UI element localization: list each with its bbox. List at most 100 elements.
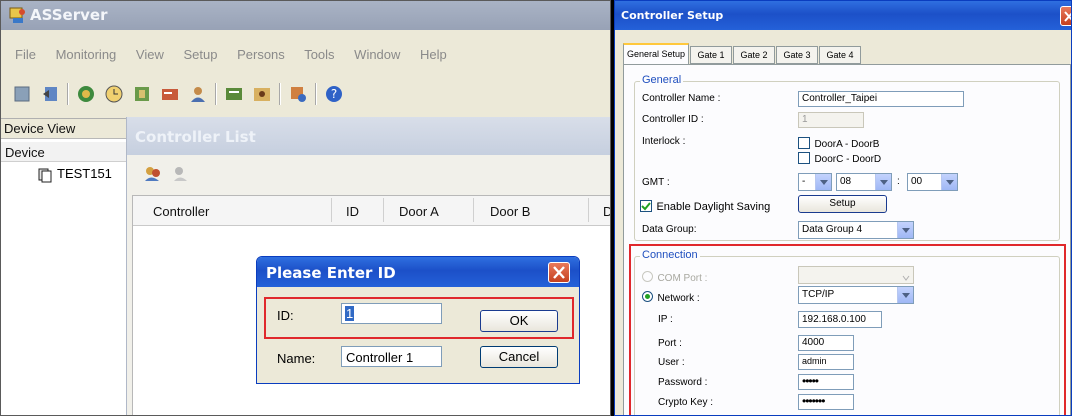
- controller-id-input: 1: [798, 112, 864, 128]
- com-port-label: COM Port :: [657, 273, 708, 284]
- menu-help[interactable]: Help: [420, 47, 447, 62]
- setup-close-icon[interactable]: [1060, 6, 1071, 26]
- menu-window[interactable]: Window: [354, 47, 400, 62]
- col-door-b[interactable]: Door B: [490, 204, 530, 219]
- col-separator: [588, 198, 589, 222]
- interlock-cd-checkbox[interactable]: DoorC - DoorD: [798, 149, 881, 165]
- list-toolbar: [143, 163, 191, 183]
- asserver-title: ASServer: [30, 6, 108, 24]
- toolbar: ?: [11, 81, 345, 107]
- user-input[interactable]: admin: [798, 354, 854, 370]
- controller-setup-window: Controller Setup General Setup Gate 1 Ga…: [614, 0, 1072, 416]
- clock-icon[interactable]: [103, 83, 125, 105]
- network-select[interactable]: TCP/IP: [798, 286, 914, 304]
- crypto-key-input[interactable]: •••••••: [798, 394, 854, 410]
- device-column-label: Device: [5, 145, 45, 160]
- port-input[interactable]: 4000: [798, 335, 854, 351]
- tab-gate-3[interactable]: Gate 3: [776, 46, 818, 64]
- controller-id-label: Controller ID :: [642, 114, 704, 125]
- col-id[interactable]: ID: [346, 204, 359, 219]
- tab-gate-4[interactable]: Gate 4: [819, 46, 861, 64]
- name-label: Name:: [277, 351, 316, 366]
- tab-gate-2[interactable]: Gate 2: [733, 46, 775, 64]
- help-icon[interactable]: ?: [323, 83, 345, 105]
- crypto-key-value: •••••••: [802, 394, 825, 408]
- ip-input[interactable]: 192.168.0.100: [798, 311, 882, 328]
- controller-icon[interactable]: [75, 83, 97, 105]
- com-port-select: [798, 266, 914, 284]
- menu-file[interactable]: File: [15, 47, 36, 62]
- tab-gate-1[interactable]: Gate 1: [690, 46, 732, 64]
- card-icon[interactable]: [159, 83, 181, 105]
- interlock-label: Interlock :: [642, 136, 686, 147]
- general-group-title: General: [640, 74, 684, 86]
- gmt-minute-select[interactable]: 00: [907, 173, 958, 191]
- network-radio[interactable]: Network :: [642, 288, 700, 304]
- chevron-down-icon: [897, 222, 913, 238]
- port-label: Port :: [658, 338, 682, 349]
- controller-table-header: Controller ID Door A Door B D: [133, 196, 610, 226]
- tab-general-setup[interactable]: General Setup: [623, 43, 689, 65]
- ip-label: IP :: [658, 314, 673, 325]
- menu-persons[interactable]: Persons: [237, 47, 285, 62]
- radio-dot: [645, 294, 650, 300]
- data-group-select[interactable]: Data Group 4: [798, 221, 914, 239]
- menu-setup[interactable]: Setup: [183, 47, 217, 62]
- user-label: User :: [658, 357, 685, 368]
- remove-controller-icon[interactable]: [171, 163, 191, 183]
- toolbar-separator: [315, 83, 317, 105]
- name-input-value: Controller 1: [346, 350, 414, 365]
- ok-button[interactable]: OK: [480, 310, 558, 332]
- id-input[interactable]: 1: [341, 303, 442, 324]
- gmt-sign-value: -: [802, 176, 806, 187]
- tab-gate-2-label: Gate 2: [740, 50, 768, 60]
- name-input[interactable]: Controller 1: [341, 346, 442, 367]
- radio-selected-icon: [642, 291, 653, 303]
- daylight-setup-button[interactable]: Setup: [798, 195, 887, 213]
- gmt-sign-select[interactable]: -: [798, 173, 832, 191]
- save-icon[interactable]: [11, 83, 33, 105]
- event-icon[interactable]: [251, 83, 273, 105]
- com-port-radio: COM Port :: [642, 268, 708, 284]
- asserver-title-bar: ASServer: [1, 1, 610, 30]
- toolbar-separator: [215, 83, 217, 105]
- menu-view[interactable]: View: [136, 47, 164, 62]
- close-icon[interactable]: [548, 262, 570, 283]
- controller-name-value: Controller_Taipei: [802, 93, 878, 104]
- user-value: admin: [802, 356, 827, 366]
- menu-monitoring[interactable]: Monitoring: [56, 47, 117, 62]
- dialog-title: Please Enter ID: [266, 264, 396, 282]
- toolbar-separator: [279, 83, 281, 105]
- svg-text:?: ?: [331, 87, 337, 101]
- device-item-label: TEST151: [57, 166, 112, 181]
- chevron-down-icon: [901, 270, 911, 281]
- device-icon: [37, 167, 53, 183]
- app-icon: [8, 6, 26, 24]
- col-door-a[interactable]: Door A: [399, 204, 439, 219]
- tab-gate-1-label: Gate 1: [697, 50, 725, 60]
- col-door-c[interactable]: D: [603, 204, 610, 219]
- chevron-down-icon: [897, 287, 913, 303]
- user-icon[interactable]: [187, 83, 209, 105]
- gmt-hour-select[interactable]: 08: [836, 173, 892, 191]
- device-column-header[interactable]: Device: [1, 142, 126, 162]
- daylight-saving-checkbox[interactable]: Enable Daylight Saving: [640, 197, 771, 213]
- col-controller[interactable]: Controller: [153, 204, 209, 219]
- password-input[interactable]: •••••: [798, 374, 854, 390]
- connection-group-title: Connection: [640, 249, 700, 261]
- crypto-key-label: Crypto Key :: [658, 397, 714, 408]
- add-controller-icon[interactable]: [143, 163, 163, 183]
- door-icon[interactable]: [131, 83, 153, 105]
- controller-name-input[interactable]: Controller_Taipei: [798, 91, 964, 107]
- report-icon[interactable]: [223, 83, 245, 105]
- settings-icon[interactable]: [287, 83, 309, 105]
- daylight-saving-label: Enable Daylight Saving: [656, 201, 771, 213]
- gmt-colon: :: [897, 176, 900, 187]
- exit-icon[interactable]: [39, 83, 61, 105]
- menu-tools[interactable]: Tools: [304, 47, 334, 62]
- checkbox-box: [798, 151, 810, 164]
- interlock-ab-checkbox[interactable]: DoorA - DoorB: [798, 134, 879, 150]
- asserver-window: ASServer File Monitoring View Setup Pers…: [0, 0, 611, 416]
- cancel-button[interactable]: Cancel: [480, 346, 558, 368]
- password-value: •••••: [802, 374, 819, 388]
